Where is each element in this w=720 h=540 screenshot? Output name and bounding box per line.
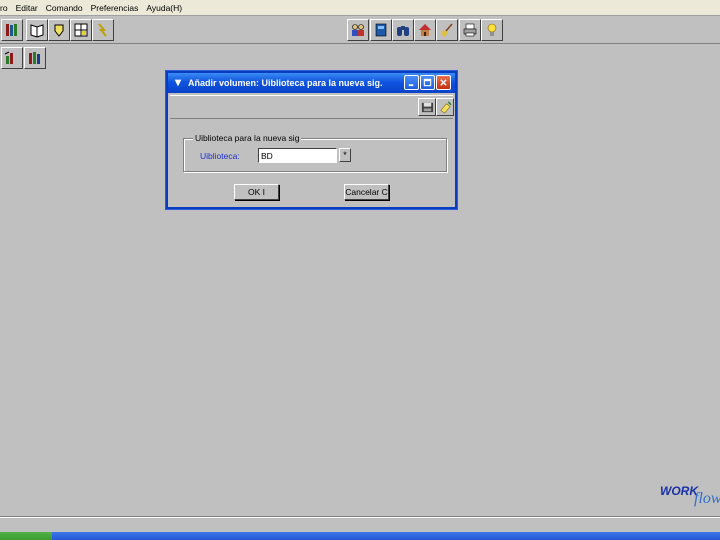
library-input[interactable] bbox=[258, 148, 337, 163]
open-book-icon[interactable] bbox=[26, 19, 48, 41]
maximize-button[interactable] bbox=[420, 75, 435, 90]
dialog-titlebar[interactable]: Añadir volumen: Uiblioteca para la nueva… bbox=[168, 73, 455, 93]
menu-item-help[interactable]: Ayuda(H) bbox=[142, 3, 186, 13]
minimize-button[interactable] bbox=[404, 75, 419, 90]
house-icon[interactable] bbox=[414, 19, 436, 41]
group-legend: Uiblioteca para la nueva sig bbox=[193, 133, 302, 143]
dialog-toolbar bbox=[170, 95, 454, 119]
lightbulb-icon[interactable] bbox=[481, 19, 503, 41]
logo-text-work: WORK bbox=[660, 484, 698, 498]
window-grid-icon[interactable] bbox=[70, 19, 92, 41]
shield-icon[interactable] bbox=[48, 19, 70, 41]
logo-text-flow: flow bbox=[694, 490, 720, 507]
secondary-toolbar bbox=[0, 45, 720, 72]
minimize-icon bbox=[408, 84, 414, 87]
taskbar bbox=[0, 532, 720, 540]
library-groupbox: Uiblioteca para la nueva sig Uiblioteca:… bbox=[183, 133, 447, 172]
wand-icon[interactable] bbox=[92, 19, 114, 41]
menu-item-preferences[interactable]: Preferencias bbox=[87, 3, 143, 13]
dialog-app-icon bbox=[172, 77, 184, 89]
chart-books-icon[interactable] bbox=[1, 47, 23, 69]
printer-icon[interactable] bbox=[459, 19, 481, 41]
eraser-icon[interactable] bbox=[436, 98, 454, 116]
menu-item-command[interactable]: Comando bbox=[42, 3, 87, 13]
cancel-button[interactable]: Cancelar C bbox=[344, 184, 389, 200]
main-toolbar bbox=[0, 17, 720, 44]
blue-book-icon[interactable] bbox=[370, 19, 392, 41]
save-disk-icon[interactable] bbox=[418, 98, 436, 116]
menu-item-edit[interactable]: Editar bbox=[12, 3, 42, 13]
library-field-label: Uiblioteca: bbox=[200, 151, 240, 161]
menu-bar: ro Editar Comando Preferencias Ayuda(H) bbox=[0, 0, 720, 16]
people-icon[interactable] bbox=[347, 19, 369, 41]
workflow-logo: WORK flow bbox=[660, 484, 720, 514]
ok-button[interactable]: OK I bbox=[234, 184, 279, 200]
dialog-title: Añadir volumen: Uiblioteca para la nueva… bbox=[188, 78, 383, 88]
binoculars-icon[interactable] bbox=[392, 19, 414, 41]
start-button[interactable] bbox=[0, 532, 52, 540]
library-books-icon[interactable] bbox=[1, 19, 23, 41]
add-volume-dialog: Añadir volumen: Uiblioteca para la nueva… bbox=[166, 71, 457, 209]
books-icon[interactable] bbox=[24, 47, 46, 69]
close-icon bbox=[440, 79, 447, 86]
menu-item-file[interactable]: ro bbox=[0, 3, 12, 13]
status-bar bbox=[0, 516, 720, 530]
maximize-icon bbox=[423, 78, 432, 87]
close-button[interactable] bbox=[436, 75, 451, 90]
broom-icon[interactable] bbox=[436, 19, 458, 41]
lookup-button[interactable]: * bbox=[339, 148, 351, 162]
